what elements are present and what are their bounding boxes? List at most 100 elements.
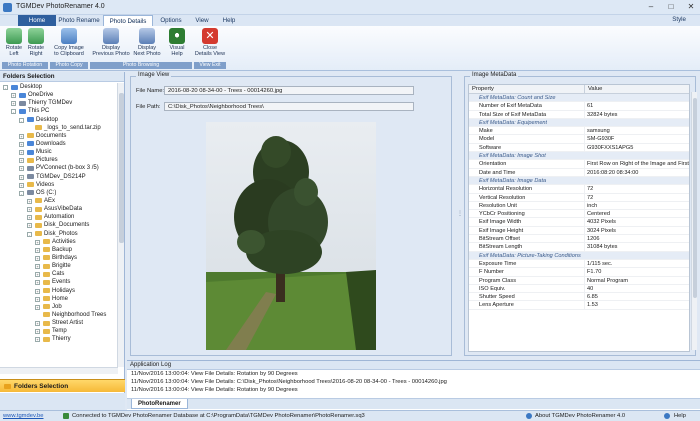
metadata-row[interactable]: Horizontal Resolution 72 (469, 185, 689, 194)
collapse-icon[interactable]: - (11, 109, 16, 115)
tree-item[interactable]: + OneDrive (0, 91, 118, 99)
metadata-row[interactable]: Model SM-G930F (469, 135, 689, 144)
expand-icon[interactable]: + (11, 101, 16, 107)
expand-icon[interactable]: + (27, 223, 32, 229)
tree-scroll-thumb[interactable] (119, 93, 124, 243)
copy-to-clipboard-button[interactable]: Copy Image to Clipboard (52, 28, 86, 57)
folder-tree[interactable]: - Desktop + OneDrive + Thierry TGMDev - This PC… (0, 83, 118, 367)
expand-icon[interactable]: + (35, 304, 40, 310)
close-window-icon[interactable]: ✕ (686, 2, 696, 12)
metadata-row[interactable]: Lens Aperture 1.53 (469, 301, 689, 310)
expand-icon[interactable]: + (35, 321, 40, 327)
tree-item[interactable]: + Temp (0, 327, 118, 335)
display-next-photo-button[interactable]: Display Next Photo (132, 28, 162, 57)
tree-item[interactable]: + Thierry (0, 335, 118, 343)
tree-item[interactable]: + Home (0, 295, 118, 303)
tab-photo-details[interactable]: Photo Details (103, 15, 153, 26)
tree-item[interactable]: + Downloads (0, 140, 118, 148)
tree-item[interactable]: + Music (0, 148, 118, 156)
tree-item[interactable]: + Brigitte (0, 262, 118, 270)
expand-icon[interactable]: + (35, 296, 40, 302)
tab-view[interactable]: View (189, 15, 215, 26)
expand-icon[interactable]: + (35, 239, 40, 245)
metadata-row[interactable]: Shutter Speed 6.85 (469, 293, 689, 302)
tree-item[interactable]: + Backup (0, 246, 118, 254)
expand-icon[interactable]: + (19, 182, 24, 188)
metadata-row[interactable]: Program Class Normal Program (469, 276, 689, 285)
tree-item[interactable]: + Activities (0, 238, 118, 246)
collapse-icon[interactable]: - (19, 190, 24, 196)
metadata-row[interactable]: Total Size of Exif MetaData 32824 bytes (469, 110, 689, 119)
tree-item[interactable]: + Job (0, 303, 118, 311)
expand-icon[interactable]: + (27, 198, 32, 204)
metadata-row[interactable]: Make samsung (469, 127, 689, 136)
expand-icon[interactable]: + (19, 166, 24, 172)
collapse-icon[interactable]: - (3, 85, 8, 90)
property-column-header[interactable]: Property (469, 85, 585, 93)
tree-item[interactable]: + Documents (0, 132, 118, 140)
expand-icon[interactable]: + (19, 133, 24, 139)
metadata-section-row[interactable]: Exif MetaData: Image Shot (469, 152, 689, 161)
tab-options[interactable]: Options (154, 15, 188, 26)
expand-icon[interactable]: + (19, 141, 24, 147)
metadata-row[interactable]: Number of Exif MetaData 61 (469, 102, 689, 111)
tree-vertical-scrollbar[interactable] (117, 83, 124, 367)
expand-icon[interactable]: + (35, 255, 40, 261)
metadata-scrollbar[interactable] (691, 92, 697, 350)
tree-item[interactable]: + Cats (0, 270, 118, 278)
style-menu[interactable]: Style (672, 16, 686, 23)
expand-icon[interactable]: + (19, 158, 24, 164)
collapse-icon[interactable]: - (19, 117, 24, 123)
tree-item[interactable]: + Pictures (0, 156, 118, 164)
metadata-row[interactable]: F Number F1.70 (469, 268, 689, 277)
tree-item[interactable]: + Thierry TGMDev (0, 99, 118, 107)
tab-photo-rename[interactable]: Photo Rename (56, 15, 102, 26)
metadata-row[interactable]: YCbCr Positioning Centered (469, 210, 689, 219)
collapse-icon[interactable]: - (27, 231, 32, 237)
help-link[interactable]: Help (674, 413, 686, 419)
metadata-section-row[interactable]: Exif MetaData: Image Data (469, 176, 689, 186)
display-previous-photo-button[interactable]: Display Previous Photo (90, 28, 132, 57)
rotate-left-button[interactable]: Rotate Left (4, 28, 24, 57)
tree-item[interactable]: + PVConnect (b-box 3 /5) (0, 164, 118, 172)
expand-icon[interactable]: + (19, 150, 24, 156)
expand-icon[interactable]: + (27, 207, 32, 213)
expand-icon[interactable]: + (35, 280, 40, 286)
metadata-row[interactable]: Exif Image Height 3024 Pixels (469, 226, 689, 236)
tree-item[interactable]: - Disk_Photos (0, 230, 118, 238)
tree-item[interactable]: - This PC (0, 107, 118, 115)
value-column-header[interactable]: Value (585, 85, 602, 93)
website-link[interactable]: www.tgmdev.be (3, 413, 44, 419)
tree-item[interactable]: + Videos (0, 181, 118, 189)
expand-icon[interactable]: + (35, 247, 40, 253)
tree-item[interactable]: + Events (0, 278, 118, 286)
folders-selection-tab[interactable]: Folders Selection (0, 379, 125, 392)
rotate-right-button[interactable]: Rotate Right (26, 28, 46, 57)
expand-icon[interactable]: + (35, 264, 40, 270)
metadata-row[interactable]: Date and Time 2016:08:20 08:34:00 (469, 168, 689, 177)
metadata-row[interactable]: ISO Equiv. 40 (469, 284, 689, 294)
tab-help[interactable]: Help (216, 15, 242, 26)
metadata-section-row[interactable]: Exif MetaData: Picture-Taking Conditions (469, 251, 689, 260)
vertical-splitter[interactable]: ⋮ (457, 210, 463, 217)
expand-icon[interactable]: + (11, 93, 16, 99)
expand-icon[interactable]: + (27, 215, 32, 221)
tree-item[interactable]: + AEx (0, 197, 118, 205)
expand-icon[interactable]: + (19, 174, 24, 180)
expand-icon[interactable]: + (35, 272, 40, 278)
tree-item[interactable]: Neighborhood Trees (0, 311, 118, 319)
tree-item[interactable]: - Desktop (0, 83, 118, 91)
metadata-row[interactable]: Resolution Unit inch (469, 201, 689, 211)
tree-item[interactable]: + AsusVibeData (0, 205, 118, 213)
metadata-section-row[interactable]: Exif MetaData: Equipement (469, 118, 689, 128)
metadata-row[interactable]: Orientation First Row on Right of the Ima… (469, 160, 689, 169)
expand-icon[interactable]: + (35, 329, 40, 335)
visual-help-button[interactable]: Visual Help (166, 28, 188, 57)
tree-item[interactable]: + Disk_Documents (0, 221, 118, 229)
tree-item[interactable]: + Holidays (0, 287, 118, 295)
about-link[interactable]: About TGMDev PhotoRenamer 4.0 (535, 413, 625, 419)
tree-item[interactable]: - OS (C:) (0, 189, 118, 197)
metadata-row[interactable]: BitStream Length 31084 bytes (469, 243, 689, 252)
metadata-section-row[interactable]: Exif MetaData: Count and Size (469, 94, 689, 103)
metadata-scroll-thumb[interactable] (693, 98, 697, 298)
